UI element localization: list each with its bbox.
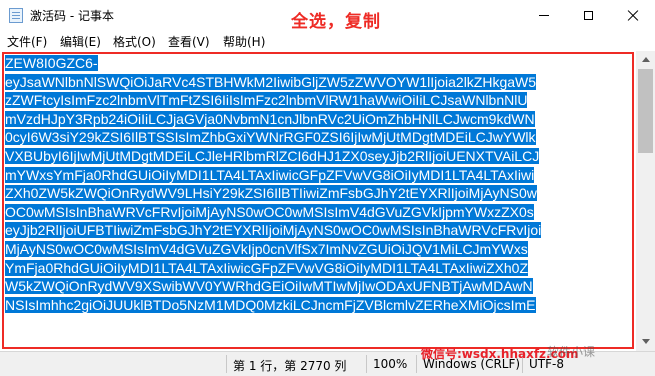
scroll-down-icon[interactable] — [642, 339, 650, 344]
status-divider — [366, 355, 367, 373]
editor-line: OC0wMSIsInBhaWRVcFRvIjoiMjAyNS0wOC0wMSIs… — [5, 203, 541, 222]
selected-text: eyJsaWNlbnNlSWQiOiJaRVc4STBHWkM2IiwibGlj… — [5, 73, 537, 90]
menu-file[interactable]: 文件(F) — [7, 33, 47, 50]
selected-text: mVzdHJpY3Rpb24iOiIiLCJjaGVja0NvbmN1cnJlb… — [5, 110, 535, 127]
menu-view[interactable]: 查看(V) — [168, 33, 210, 50]
selected-text: ZXh0ZW5kZWQiOnRydWV9LHsiY29kZSI6IlBTIiwi… — [5, 185, 537, 202]
annotation-text: 全选，复制 — [291, 12, 381, 32]
selected-text: eyJjb2RlIjoiUFBTIiwiZmFsbGJhY2tEYXRlIjoi… — [5, 222, 542, 239]
title-bar: 激活码 - 记事本 全选，复制 — [0, 0, 655, 32]
status-divider — [226, 355, 227, 373]
menu-help[interactable]: 帮助(H) — [223, 33, 265, 50]
cursor-position: 第 1 行，第 2770 列 — [233, 359, 347, 373]
editor-line: VXBUbyI6IjIwMjUtMDgtMDEiLCJleHRlbmRlZCI6… — [5, 147, 541, 166]
menu-format[interactable]: 格式(O) — [113, 33, 156, 50]
close-icon — [627, 10, 639, 22]
vertical-scrollbar[interactable] — [636, 51, 655, 351]
selected-text: zZWFtcyIsImFzc2lnbmVlTmFtZSI6IiIsImFzc2l… — [5, 92, 528, 109]
editor-line: eyJjb2RlIjoiUFBTIiwiZmFsbGJhY2tEYXRlIjoi… — [5, 221, 542, 240]
menu-edit[interactable]: 编辑(E) — [60, 33, 101, 50]
scroll-up-icon[interactable] — [642, 57, 650, 62]
menu-bar: 文件(F) 编辑(E) 格式(O) 查看(V) 帮助(H) — [0, 31, 655, 51]
editor-line: ZXh0ZW5kZWQiOnRydWV9LHsiY29kZSI6IlBTIiwi… — [5, 184, 541, 203]
notepad-icon — [9, 8, 23, 23]
editor-line: eyJsaWNlbnNlSWQiOiJaRVc4STBHWkM2IiwibGlj… — [5, 73, 541, 92]
selected-text: W5kZWQiOnRydWV9XSwibWV0YWRhdGEiOiIwMTIwM… — [5, 278, 533, 295]
minimize-icon — [539, 15, 549, 16]
editor-line: YmFja0RhdGUiOiIyMDI1LTA4LTAxIiwicGFpZFVw… — [5, 259, 541, 278]
selected-text: MjAyNS0wOC0wMSIsImV4dGVuZGVkIjp0cnVlfSx7… — [5, 240, 528, 257]
watermark-sub-text: 软件小课 — [547, 345, 596, 359]
text-editor[interactable]: ZEW8I0GZC6- eyJsaWNlbnNlSWQiOiJaRVc4STBHW… — [0, 51, 636, 351]
editor-line: zZWFtcyIsImFzc2lnbmVlTmFtZSI6IiIsImFzc2l… — [5, 91, 541, 110]
editor-line: ZEW8I0GZC6- — [5, 54, 541, 73]
window-title: 激活码 - 记事本 — [30, 9, 114, 23]
selected-text: YmFja0RhdGUiOiIyMDI1LTA4LTAxIiwicGFpZFVw… — [5, 259, 529, 276]
status-divider — [416, 355, 417, 373]
editor-line: NSIsImhhc2giOiJUUklBTDo5NzM1MDQ0MzkiLCJn… — [5, 296, 541, 315]
editor-line: mVzdHJpY3Rpb24iOiIiLCJjaGVja0NvbmN1cnJlb… — [5, 110, 541, 129]
selected-text: NSIsImhhc2giOiJUUklBTDo5NzM1MDQ0MzkiLCJn… — [5, 296, 536, 313]
editor-line: MjAyNS0wOC0wMSIsImV4dGVuZGVkIjp0cnVlfSx7… — [5, 240, 541, 259]
selected-text: ZEW8I0GZC6- — [5, 55, 98, 71]
zoom-level: 100% — [373, 357, 408, 371]
close-button[interactable] — [611, 0, 655, 31]
editor-line: W5kZWQiOnRydWV9XSwibWV0YWRhdGEiOiIwMTIwM… — [5, 277, 541, 296]
maximize-icon — [583, 11, 593, 20]
editor-line: mYWxsYmFja0RhdGUiOiIyMDI1LTA4LTAxIiwicGF… — [5, 166, 541, 185]
selected-text: mYWxsYmFja0RhdGUiOiIyMDI1LTA4LTAxIiwicGF… — [5, 166, 535, 183]
editor-line: 0cyI6W3siY29kZSI6IlBTSSIsImZhbGxiYWNrRGF… — [5, 128, 541, 147]
maximize-button[interactable] — [566, 0, 610, 31]
selected-text: 0cyI6W3siY29kZSI6IlBTSSIsImZhbGxiYWNrRGF… — [5, 129, 536, 146]
editor-content[interactable]: ZEW8I0GZC6- eyJsaWNlbnNlSWQiOiJaRVc4STBHW… — [5, 54, 542, 315]
selected-text: OC0wMSIsInBhaWRVcFRvIjoiMjAyNS0wOC0wMSIs… — [5, 203, 534, 220]
minimize-button[interactable] — [522, 0, 566, 31]
selected-text: VXBUbyI6IjIwMjUtMDgtMDEiLCJleHRlbmRlZCI6… — [5, 147, 540, 164]
scroll-thumb[interactable] — [638, 69, 653, 153]
